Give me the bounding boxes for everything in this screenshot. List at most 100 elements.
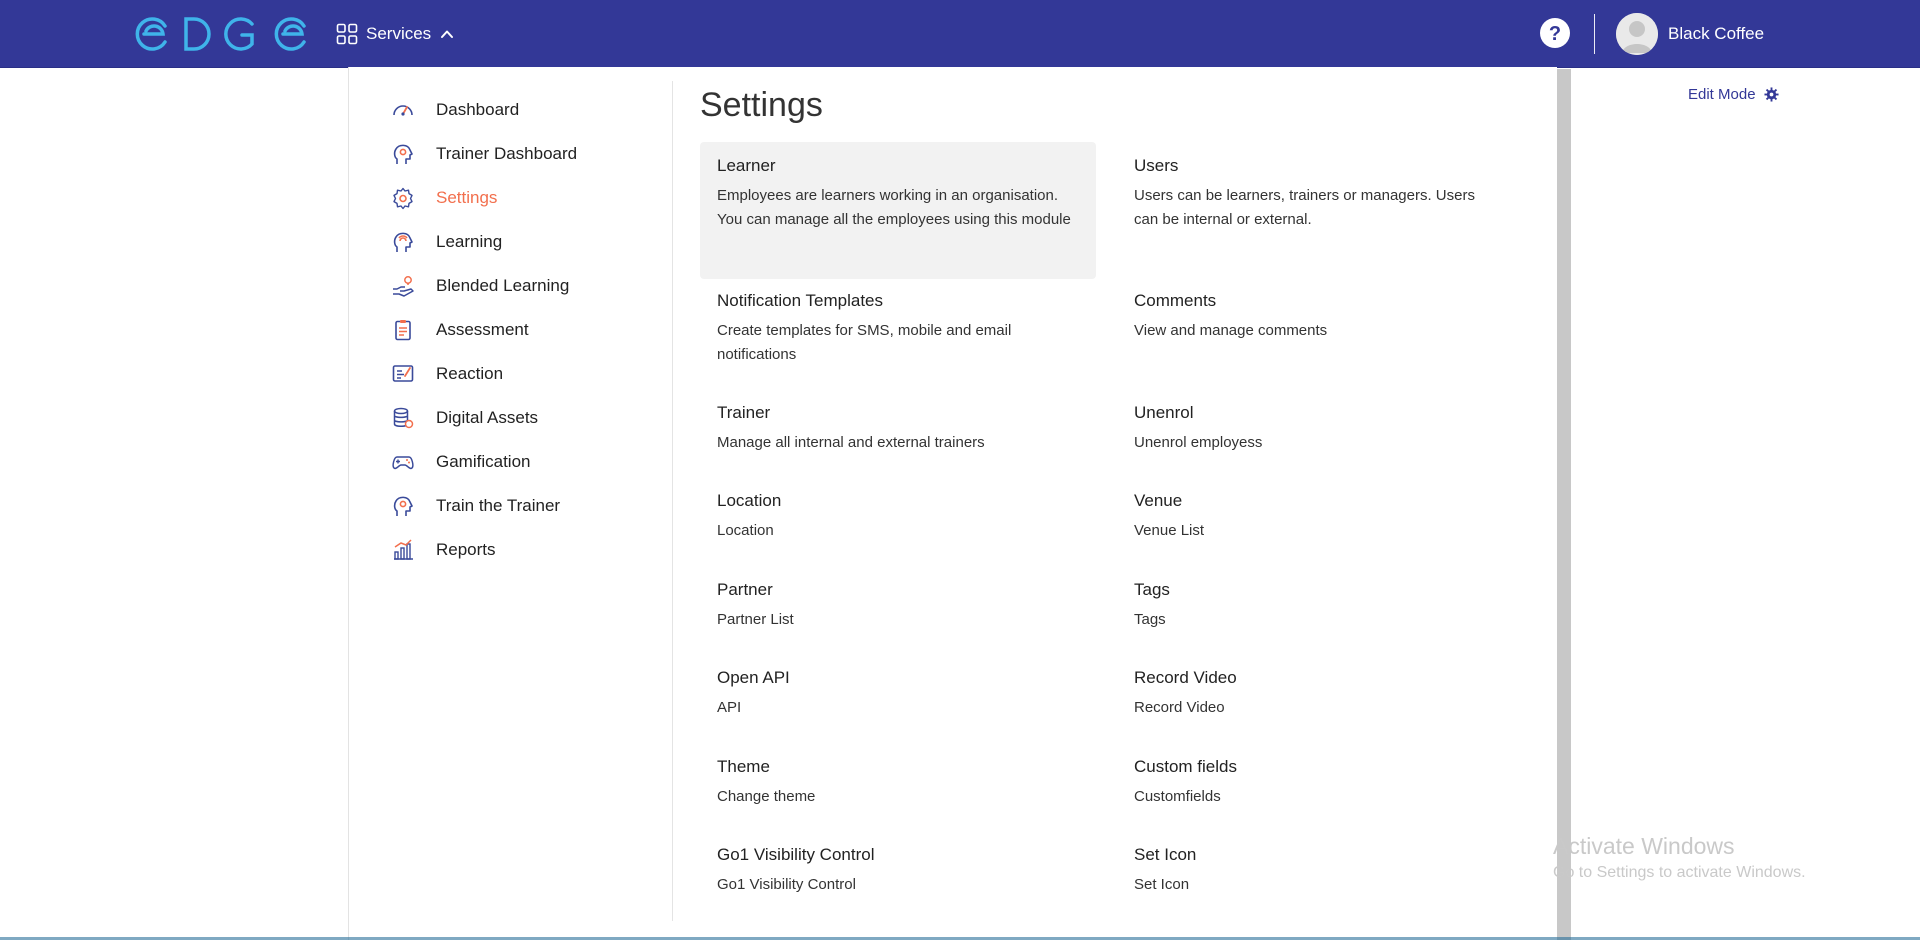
- card-title: Theme: [717, 757, 770, 776]
- card-description: Record Video: [1134, 699, 1225, 716]
- menu-item-label: Learning: [436, 232, 503, 251]
- svg-text:?: ?: [1549, 23, 1561, 45]
- card-title: Tags: [1134, 580, 1170, 599]
- menu-item-label: Settings: [436, 188, 498, 207]
- settings-card-venue[interactable]: Venue Venue List: [1117, 477, 1513, 557]
- settings-card-theme[interactable]: Theme Change theme: [700, 743, 1096, 823]
- card-title: Record Video: [1134, 668, 1237, 687]
- menu-item-label: Dashboard: [436, 100, 520, 119]
- settings-card-unenrol[interactable]: Unenrol Unenrol employess: [1117, 389, 1513, 469]
- card-title: Go1 Visibility Control: [717, 845, 875, 864]
- gear-icon: [390, 185, 416, 211]
- card-description: Unenrol employess: [1134, 434, 1263, 451]
- menu-item-label: Blended Learning: [436, 276, 570, 295]
- user-silhouette-icon: [1616, 13, 1658, 55]
- card-title: Comments: [1134, 291, 1217, 310]
- settings-card-partner[interactable]: Partner Partner List: [700, 566, 1096, 646]
- edit-mode-label: Edit Mode: [1688, 86, 1756, 103]
- menu-item-digital-assets[interactable]: Digital Assets: [390, 396, 670, 440]
- feedback-icon: [390, 361, 416, 387]
- menu-item-reports[interactable]: Reports: [390, 528, 670, 572]
- head-idea-icon: [390, 229, 416, 255]
- settings-card-set-icon[interactable]: Set Icon Set Icon: [1117, 831, 1513, 911]
- menu-item-reaction[interactable]: Reaction: [390, 352, 670, 396]
- grid-icon: [336, 23, 358, 45]
- panel-scrollbar[interactable]: [1557, 69, 1571, 940]
- help-icon[interactable]: ?: [1539, 17, 1571, 49]
- card-description: Manage all internal and external trainer…: [717, 434, 985, 451]
- edit-mode-link[interactable]: Edit Mode: [1688, 86, 1779, 103]
- card-description: Set Icon: [1134, 876, 1190, 893]
- bar-chart-icon: [390, 537, 416, 563]
- chevron-up-icon: [441, 30, 454, 38]
- menu-item-train-the-trainer[interactable]: Train the Trainer: [390, 484, 670, 528]
- menu-item-label: Reaction: [436, 364, 504, 383]
- card-description: Users can be learners, trainers or manag…: [1134, 187, 1475, 228]
- card-description: API: [717, 699, 742, 716]
- watermark-subtitle: Go to Settings to activate Windows.: [1553, 864, 1806, 881]
- card-description: Location: [717, 522, 774, 539]
- database-icon: [390, 405, 416, 431]
- card-description: Venue List: [1134, 522, 1205, 539]
- head-gear-icon: [390, 141, 416, 167]
- page-title: Settings: [700, 86, 823, 124]
- top-navigation-bar: Services ? Black Coffee: [0, 0, 1920, 68]
- card-title: Unenrol: [1134, 403, 1194, 422]
- card-title: Partner: [717, 580, 773, 599]
- clipboard-icon: [390, 317, 416, 343]
- user-profile-menu[interactable]: Black Coffee: [1616, 13, 1764, 55]
- settings-card-open-api[interactable]: Open API API: [700, 654, 1096, 734]
- menu-item-learning[interactable]: Learning: [390, 220, 670, 264]
- edge-logo[interactable]: [134, 14, 306, 54]
- card-title: Location: [717, 491, 782, 510]
- menu-item-trainer-dashboard[interactable]: Trainer Dashboard: [390, 132, 670, 176]
- card-title: Trainer: [717, 403, 771, 422]
- card-description: Customfields: [1134, 788, 1221, 805]
- menu-item-label: Gamification: [436, 452, 531, 471]
- menu-item-label: Reports: [436, 540, 496, 559]
- card-title: Open API: [717, 668, 790, 687]
- hand-bulb-icon: [390, 273, 416, 299]
- card-title: Users: [1134, 156, 1179, 175]
- gear-icon: [1764, 87, 1779, 102]
- settings-card-trainer[interactable]: Trainer Manage all internal and external…: [700, 389, 1096, 469]
- card-description: Employees are learners working in an org…: [717, 187, 1071, 228]
- settings-card-users[interactable]: Users Users can be learners, trainers or…: [1117, 142, 1513, 246]
- menu-item-blended-learning[interactable]: Blended Learning: [390, 264, 670, 308]
- card-title: Set Icon: [1134, 845, 1197, 864]
- settings-card-comments[interactable]: Comments View and manage comments: [1117, 277, 1513, 357]
- settings-card-location[interactable]: Location Location: [700, 477, 1096, 557]
- card-title: Notification Templates: [717, 291, 883, 310]
- gamepad-icon: [390, 449, 416, 475]
- watermark-title: Activate Windows: [1553, 833, 1735, 859]
- settings-card-record-video[interactable]: Record Video Record Video: [1117, 654, 1513, 734]
- card-title: Learner: [717, 156, 776, 175]
- avatar: [1616, 13, 1658, 55]
- card-title: Custom fields: [1134, 757, 1237, 776]
- user-name: Black Coffee: [1668, 24, 1765, 43]
- menu-item-dashboard[interactable]: Dashboard: [390, 88, 670, 132]
- menu-item-settings[interactable]: Settings: [390, 176, 670, 220]
- card-description: Change theme: [717, 788, 816, 805]
- settings-card-custom-fields[interactable]: Custom fields Customfields: [1117, 743, 1513, 823]
- menu-item-assessment[interactable]: Assessment: [390, 308, 670, 352]
- card-description: Create templates for SMS, mobile and ema…: [717, 322, 1012, 363]
- menu-item-label: Trainer Dashboard: [436, 144, 578, 163]
- menu-item-gamification[interactable]: Gamification: [390, 440, 670, 484]
- settings-card-tags[interactable]: Tags Tags: [1117, 566, 1513, 646]
- services-menu-toggle[interactable]: Services: [336, 20, 455, 48]
- services-menu-list: Dashboard Trainer Dashboard Settings Lea…: [390, 88, 670, 572]
- menu-item-label: Train the Trainer: [436, 496, 561, 515]
- settings-card-notification-templates[interactable]: Notification Templates Create templates …: [700, 277, 1096, 381]
- settings-card-go1-visibility-control[interactable]: Go1 Visibility Control Go1 Visibility Co…: [700, 831, 1096, 911]
- panel-column-divider: [672, 81, 673, 921]
- header-divider: [1594, 14, 1595, 54]
- speedometer-icon: [390, 97, 416, 123]
- services-label: Services: [366, 24, 432, 43]
- menu-item-label: Assessment: [436, 320, 529, 339]
- menu-item-label: Digital Assets: [436, 408, 539, 427]
- card-description: View and manage comments: [1134, 322, 1328, 339]
- card-description: Tags: [1134, 611, 1166, 628]
- settings-card-learner[interactable]: Learner Employees are learners working i…: [700, 142, 1096, 279]
- card-description: Go1 Visibility Control: [717, 876, 856, 893]
